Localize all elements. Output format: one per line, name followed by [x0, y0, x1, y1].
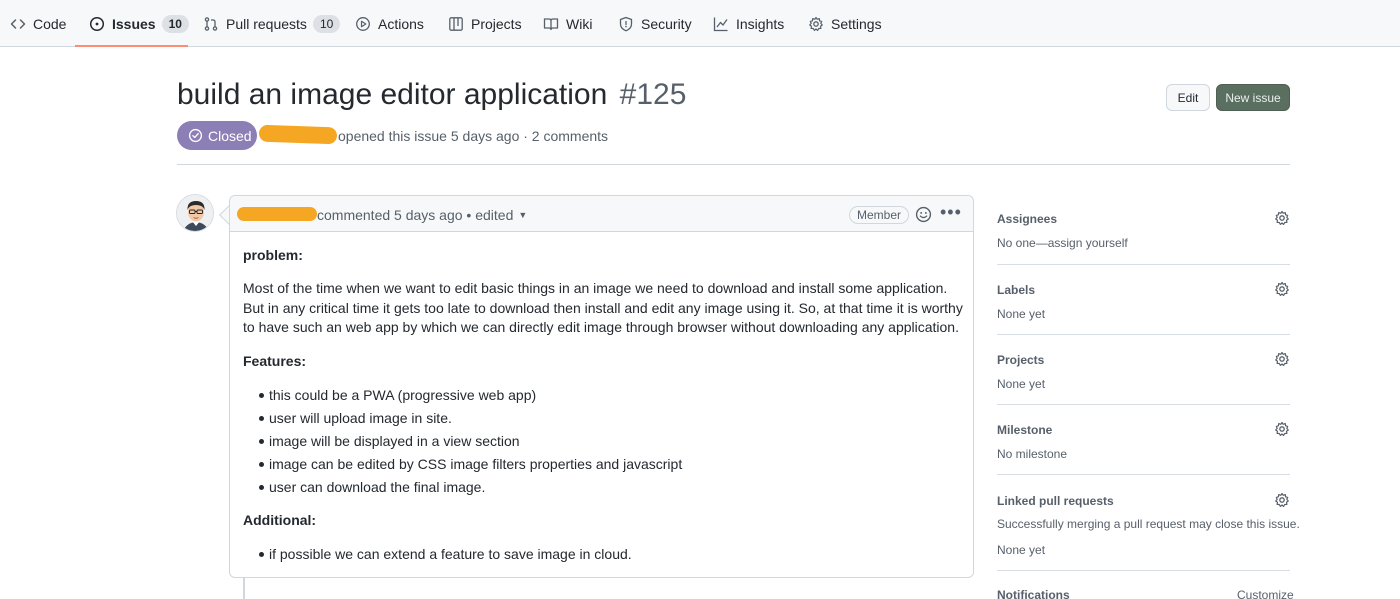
gear-icon[interactable]	[1274, 281, 1290, 297]
milestone-label[interactable]: Milestone	[997, 423, 1052, 437]
tab-label: Pull requests	[226, 15, 307, 32]
assignees-value[interactable]: No one—assign yourself	[997, 236, 1128, 250]
issue-opened-icon	[89, 16, 105, 32]
linked-prs-label[interactable]: Linked pull requests	[997, 494, 1114, 508]
shield-icon	[618, 16, 634, 32]
features-heading: Features:	[243, 353, 307, 369]
list-item: image will be displayed in a view sectio…	[243, 432, 682, 455]
tab-label: Security	[641, 15, 692, 32]
status-label: Closed	[208, 127, 252, 144]
tab-label: Actions	[378, 15, 424, 32]
tab-security[interactable]: Security	[618, 0, 692, 47]
sidebar-divider	[997, 570, 1290, 571]
tab-label: Issues	[112, 15, 156, 32]
tab-label: Settings	[831, 15, 882, 32]
tab-label: Insights	[736, 15, 785, 32]
problem-paragraph: Most of the time when we want to edit ba…	[243, 280, 963, 335]
book-icon	[543, 16, 559, 32]
problem-heading: problem:	[243, 247, 303, 263]
code-icon	[10, 16, 26, 32]
tab-label: Wiki	[566, 15, 593, 32]
tab-label: Projects	[471, 15, 522, 32]
linked-prs-hint: Successfully merging a pull request may …	[997, 517, 1300, 531]
tab-settings[interactable]: Settings	[808, 0, 882, 47]
issue-title: build an image editor application #125	[177, 78, 686, 112]
gear-icon[interactable]	[1274, 351, 1290, 367]
issue-meta: opened this issue 5 days ago · 2 comment…	[338, 128, 609, 144]
issue-comment: commented 5 days ago • edited ▼ Member ••…	[229, 195, 974, 578]
timeline-line	[243, 578, 245, 599]
tab-wiki[interactable]: Wiki	[543, 0, 592, 47]
check-circle-icon	[188, 128, 203, 143]
pull-requests-counter: 10	[312, 14, 341, 33]
graph-icon	[713, 16, 729, 32]
active-tab-underline	[75, 45, 188, 47]
git-pull-request-icon	[203, 16, 219, 32]
tab-label: Code	[33, 15, 67, 32]
tab-actions[interactable]: Actions	[355, 0, 424, 47]
comment-meta[interactable]: commented 5 days ago • edited ▼	[317, 207, 527, 223]
customize-link[interactable]: Customize	[1237, 588, 1294, 599]
user-avatar-icon	[177, 195, 213, 231]
kebab-horizontal-icon[interactable]: •••	[940, 202, 962, 223]
projects-value: None yet	[997, 377, 1046, 391]
sidebar-divider	[997, 404, 1290, 405]
redacted-username	[237, 207, 317, 221]
header-divider	[177, 164, 1290, 165]
comment-header: commented 5 days ago • edited ▼ Member ••…	[230, 196, 973, 232]
sidebar-divider	[997, 334, 1290, 335]
play-icon	[355, 16, 371, 32]
additional-list: if possible we can extend a feature to s…	[243, 545, 632, 568]
list-item: image can be edited by CSS image filters…	[243, 455, 682, 478]
tab-insights[interactable]: Insights	[713, 0, 784, 47]
notifications-label: Notifications	[997, 588, 1070, 599]
milestone-value: No milestone	[997, 447, 1068, 461]
tab-issues[interactable]: Issues 10	[89, 0, 189, 47]
triangle-down-icon[interactable]: ▼	[518, 210, 527, 220]
new-issue-button[interactable]: New issue	[1216, 84, 1290, 111]
linked-prs-value: None yet	[997, 543, 1046, 557]
comment-meta-text: commented 5 days ago • edited	[317, 207, 514, 223]
gear-icon[interactable]	[1274, 421, 1290, 437]
sidebar-divider	[997, 264, 1290, 265]
tab-pull-requests[interactable]: Pull requests 10	[203, 0, 341, 47]
repo-nav: Code Issues 10 Pull requests 10 Actions …	[0, 0, 1400, 47]
tab-projects[interactable]: Projects	[448, 0, 522, 47]
features-list: this could be a PWA (progressive web app…	[243, 386, 682, 501]
status-badge: Closed	[177, 121, 257, 150]
projects-label[interactable]: Projects	[997, 353, 1044, 367]
issue-number: #125	[619, 78, 687, 111]
issue-title-text: build an image editor application	[177, 78, 608, 111]
additional-heading: Additional:	[243, 512, 317, 528]
list-item: user will upload image in site.	[243, 409, 682, 432]
edit-button[interactable]: Edit	[1166, 84, 1210, 111]
labels-value: None yet	[997, 307, 1046, 321]
labels-label[interactable]: Labels	[997, 283, 1035, 297]
list-item: user can download the final image.	[243, 478, 682, 501]
table-icon	[448, 16, 464, 32]
assignees-label[interactable]: Assignees	[997, 212, 1057, 226]
gear-icon	[808, 16, 824, 32]
list-item: if possible we can extend a feature to s…	[243, 545, 632, 568]
list-item: this could be a PWA (progressive web app…	[243, 386, 682, 409]
issues-counter: 10	[161, 14, 189, 33]
member-badge: Member	[849, 206, 910, 224]
gear-icon[interactable]	[1274, 492, 1290, 508]
avatar[interactable]	[176, 194, 214, 232]
sidebar-divider	[997, 474, 1290, 475]
redacted-username	[258, 124, 338, 145]
gear-icon[interactable]	[1274, 210, 1290, 226]
tab-code[interactable]: Code	[10, 0, 66, 47]
smiley-icon[interactable]	[915, 206, 932, 223]
